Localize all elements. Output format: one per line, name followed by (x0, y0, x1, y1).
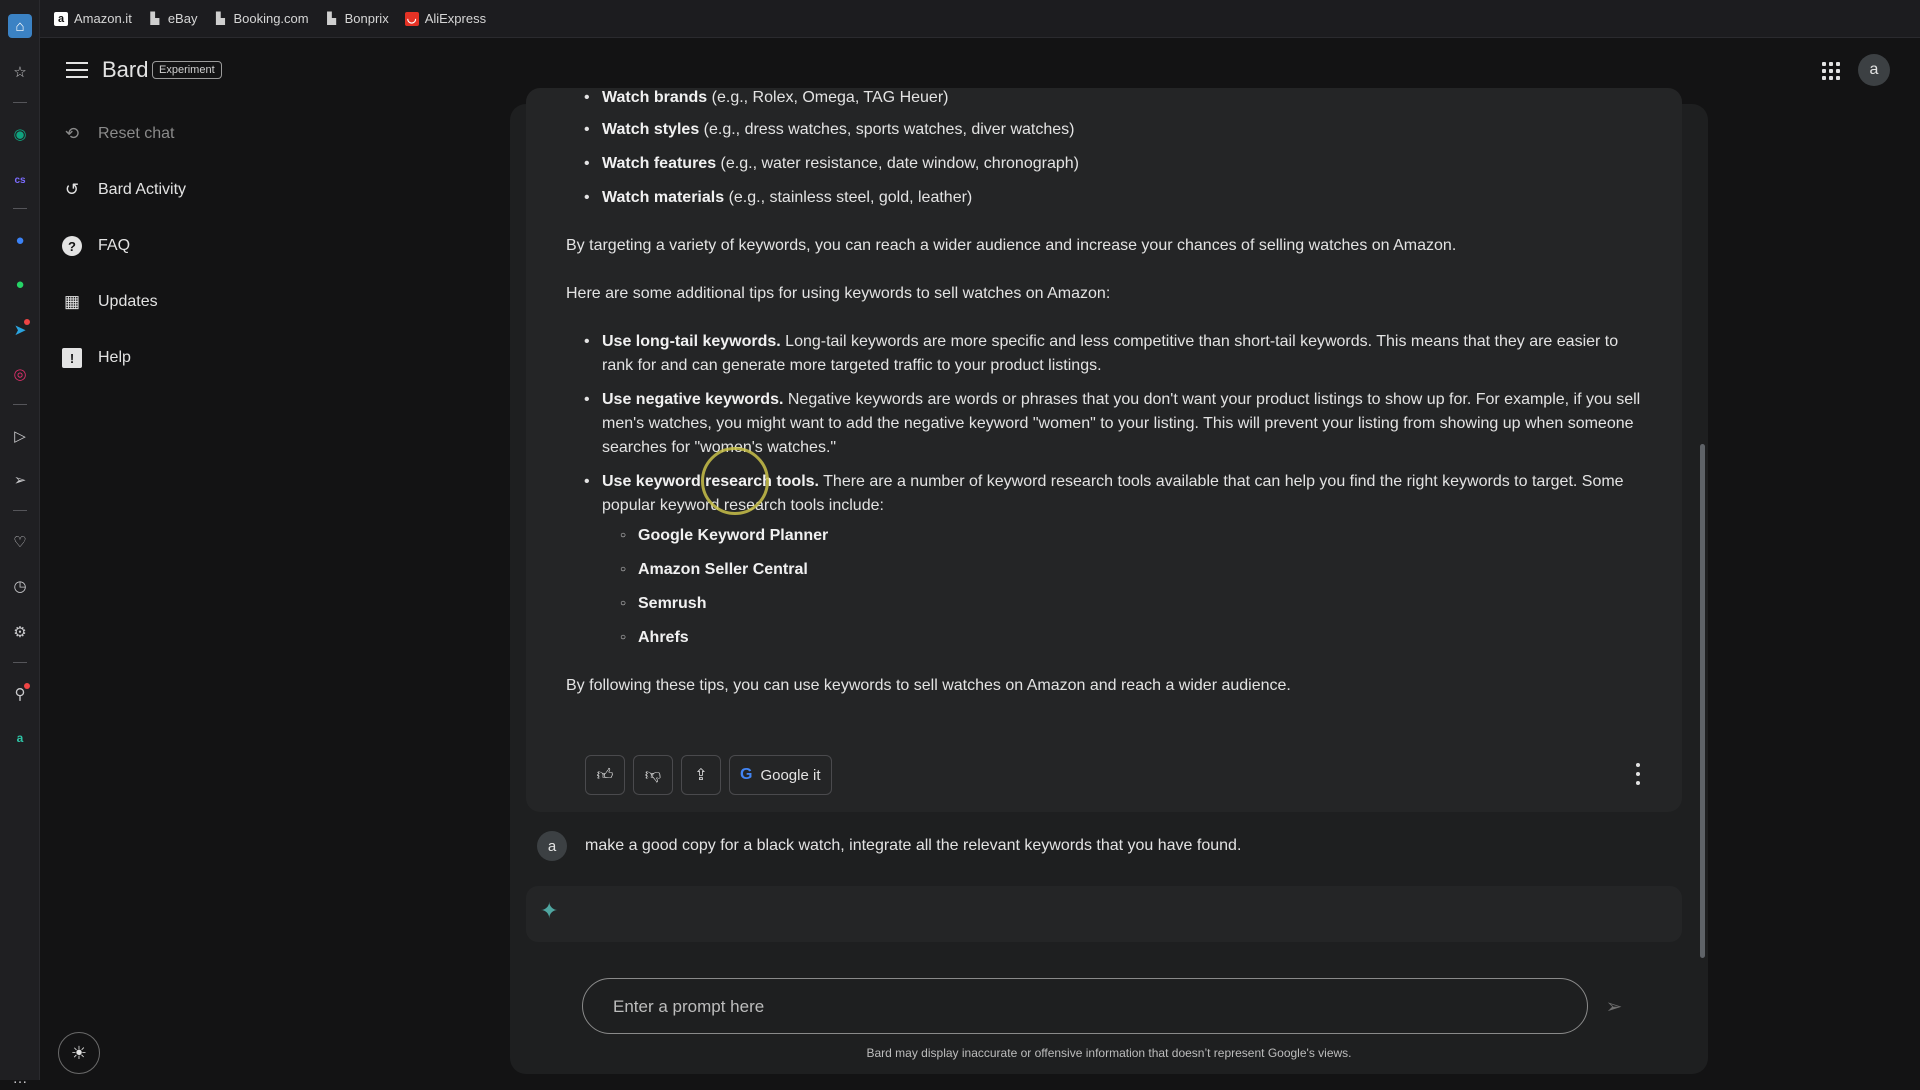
list-item: Watch brands (e.g., Rolex, Omega, TAG He… (584, 88, 1652, 110)
response-card: Watch brands (e.g., Rolex, Omega, TAG He… (526, 88, 1682, 812)
bookmark-aliexpress[interactable]: ◡ AliExpress (404, 11, 487, 26)
app-title: Bard (102, 57, 149, 82)
bard-sparkle-icon: ✦ (540, 898, 559, 923)
sidebar-item-label: Updates (98, 293, 158, 310)
home-app-icon[interactable]: ⌂ (8, 14, 32, 38)
instagram-icon[interactable]: ◎ (8, 362, 32, 386)
whatsapp-icon[interactable]: ● (8, 272, 32, 296)
more-options-icon[interactable] (1635, 763, 1641, 785)
sidebar-item-updates[interactable]: ▦ Updates (62, 286, 158, 318)
page-icon: ▙ (216, 13, 225, 25)
experiment-badge: Experiment (152, 61, 222, 79)
sidebar-item-label: Reset chat (98, 125, 175, 142)
help-circle-icon: ? (62, 236, 82, 256)
player-icon[interactable]: ▷ (8, 424, 32, 448)
account-avatar[interactable]: a (1858, 54, 1890, 86)
prompt-input-container (582, 978, 1588, 1034)
bookmark-label: Booking.com (233, 11, 309, 26)
scrollbar[interactable] (1700, 444, 1705, 958)
page-icon: ▙ (327, 13, 336, 25)
google-it-label: Google it (760, 766, 821, 784)
sub-list-item: Amazon Seller Central (620, 558, 808, 582)
thumbs-down-button[interactable]: 👎︎ (633, 755, 673, 795)
browser-sidebar-rail: ⌂ ☆ ◉ cs ● ● ➤ ◎ ▷ ➢ ♡ ◷ ⚙ ⚲ a … (0, 0, 40, 1087)
sub-list-item: Ahrefs (620, 626, 689, 650)
amazon-icon: a (54, 11, 68, 26)
theme-toggle-button[interactable]: ☀ (58, 1032, 100, 1074)
sidebar-item-help[interactable]: ! Help (62, 342, 131, 374)
google-it-button[interactable]: G Google it (729, 755, 832, 795)
cursor-highlight (701, 447, 769, 515)
sun-icon: ☀ (70, 1042, 88, 1063)
thumbs-up-icon: 👍︎ (596, 766, 614, 784)
response-actions: 👍︎ 👎︎ ⇪ G Google it (585, 755, 1645, 795)
sidebar-item-faq[interactable]: ? FAQ (62, 230, 130, 262)
list-item: Watch features (e.g., water resistance, … (584, 152, 1652, 176)
share-icon: ⇪ (694, 767, 708, 784)
aliexpress-icon: ◡ (404, 11, 419, 26)
list-item: Use negative keywords. Negative keywords… (584, 388, 1652, 460)
user-prompt-text: make a good copy for a black watch, inte… (585, 837, 1242, 854)
list-item: Watch styles (e.g., dress watches, sport… (584, 118, 1652, 142)
bookmark-label: Bonprix (344, 11, 389, 26)
user-avatar: a (537, 831, 567, 861)
bookmark-label: eBay (167, 11, 198, 26)
chatgpt-icon[interactable]: ◉ (8, 122, 32, 146)
settings-icon[interactable]: ⚙ (8, 620, 32, 644)
telegram-icon[interactable]: ➤ (8, 318, 32, 342)
bookmark-amazon[interactable]: a Amazon.it (54, 11, 132, 26)
star-icon[interactable]: ☆ (8, 60, 32, 84)
list-item: Use long-tail keywords. Long-tail keywor… (584, 330, 1652, 378)
sub-list-item: Google Keyword Planner (620, 524, 828, 548)
app-cs-icon[interactable]: cs (8, 168, 32, 192)
sidebar-item-label: FAQ (98, 237, 131, 254)
page-icon: ▙ (150, 13, 160, 25)
bookmark-label: Amazon.it (74, 11, 132, 26)
send-icon[interactable]: ➢ (8, 468, 32, 492)
calendar-icon: ▦ (63, 292, 81, 311)
bulb-icon[interactable]: ⚲ (8, 682, 32, 706)
heart-icon[interactable]: ♡ (8, 530, 32, 554)
clock-icon[interactable]: ◷ (8, 574, 32, 598)
paragraph: By following these tips, you can use key… (566, 677, 1291, 694)
bookmark-label: AliExpress (424, 11, 487, 26)
pending-response-card: ✦ (526, 886, 1682, 942)
sidebar-item-bard-activity[interactable]: ↺ Bard Activity (62, 174, 186, 206)
reset-icon: ⟲ (64, 124, 80, 143)
thumbs-up-button[interactable]: 👍︎ (585, 755, 625, 795)
user-prompt: a make a good copy for a black watch, in… (537, 830, 1637, 862)
google-apps-icon[interactable] (1822, 62, 1840, 80)
paragraph: By targeting a variety of keywords, you … (566, 237, 1457, 254)
sidebar-item-label: Help (98, 349, 131, 366)
history-icon: ↺ (64, 180, 80, 199)
share-button[interactable]: ⇪ (681, 755, 721, 795)
thumbs-down-icon: 👎︎ (644, 766, 662, 784)
menu-icon[interactable] (64, 58, 90, 82)
send-button[interactable]: ➢ (1600, 992, 1628, 1020)
account-a-icon[interactable]: a (8, 726, 32, 750)
bookmark-bonprix[interactable]: ▙ Bonprix (325, 11, 389, 26)
bookmarks-bar: a Amazon.it ▙ eBay ▙ Booking.com ▙ Bonpr… (40, 0, 1920, 38)
send-icon: ➢ (1605, 995, 1623, 1018)
list-item: Watch materials (e.g., stainless steel, … (584, 186, 1652, 210)
sidebar-item-label: Bard Activity (98, 181, 187, 198)
prompt-input[interactable] (613, 993, 1553, 1021)
paragraph: Here are some additional tips for using … (566, 285, 1111, 302)
feedback-icon: ! (62, 348, 82, 368)
more-dots-icon[interactable]: … (8, 1066, 32, 1090)
messenger-icon[interactable]: ● (8, 228, 32, 252)
disclaimer: Bard may display inaccurate or offensive… (866, 1046, 1352, 1060)
bookmark-ebay[interactable]: ▙ eBay (148, 11, 198, 26)
sidebar-item-reset-chat[interactable]: ⟲ Reset chat (62, 118, 175, 150)
sub-list-item: Semrush (620, 592, 707, 616)
bookmark-booking[interactable]: ▙ Booking.com (213, 11, 308, 26)
google-logo-icon: G (740, 766, 753, 783)
